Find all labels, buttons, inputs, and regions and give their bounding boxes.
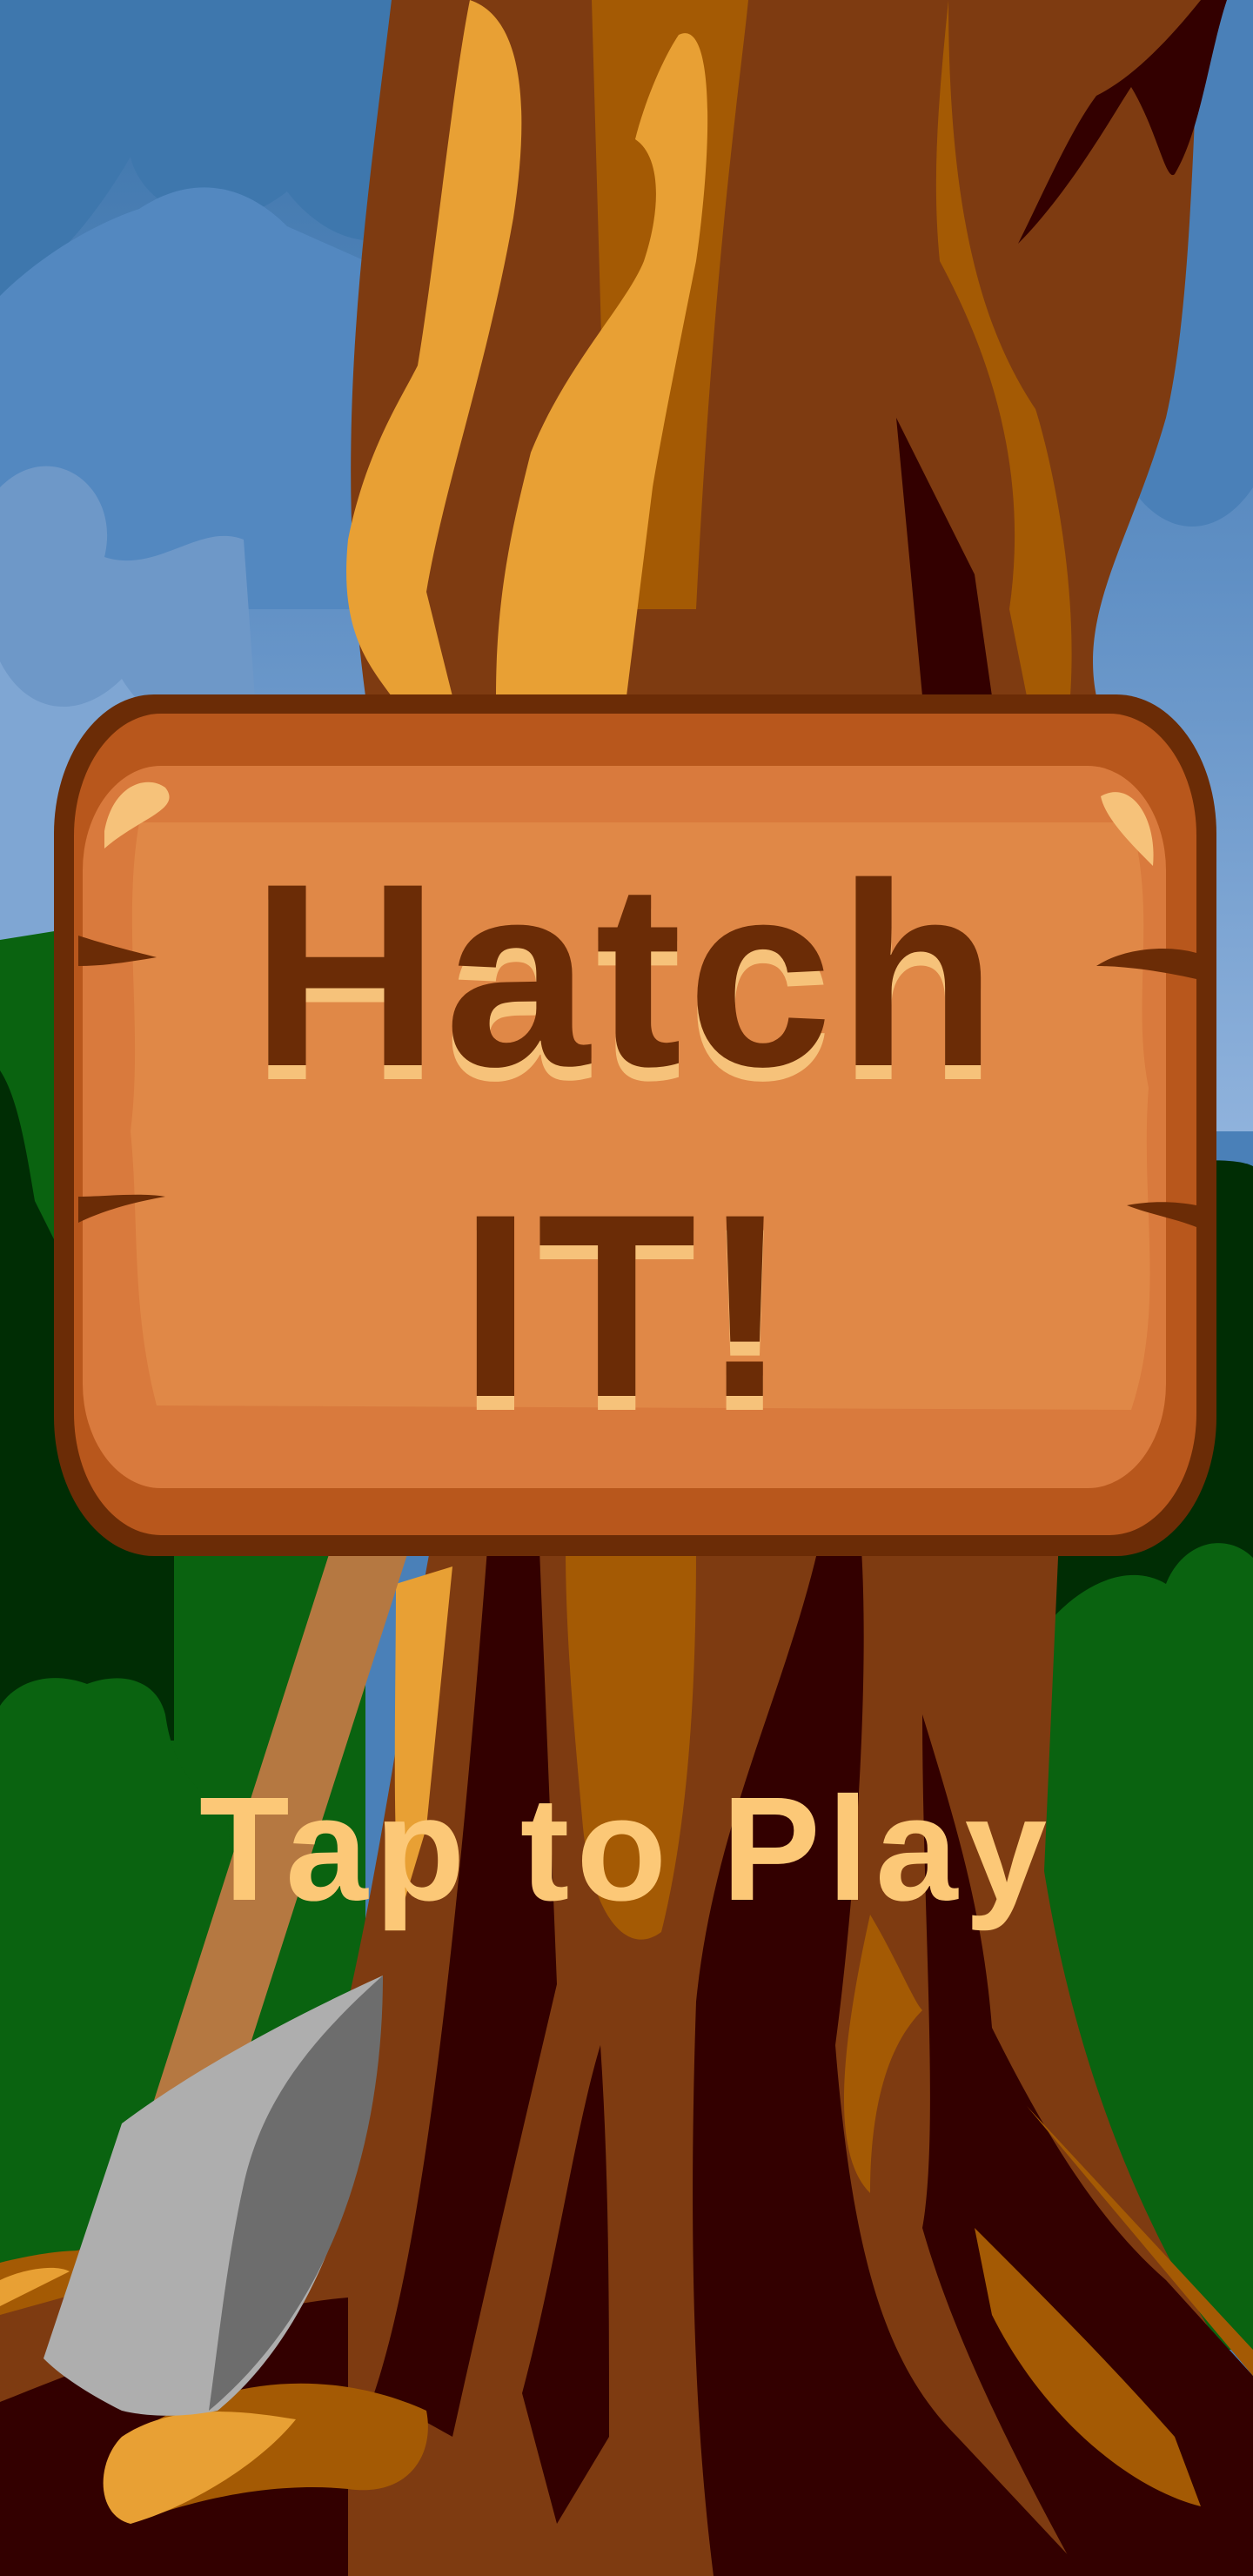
tap-to-play-button[interactable]: Tap to Play	[0, 1775, 1253, 1923]
game-title-line-2: IT!	[459, 1159, 794, 1452]
game-screen[interactable]: Hatch IT! Tap to Play	[0, 0, 1253, 2576]
game-title-line-1: Hatch	[251, 828, 1002, 1121]
